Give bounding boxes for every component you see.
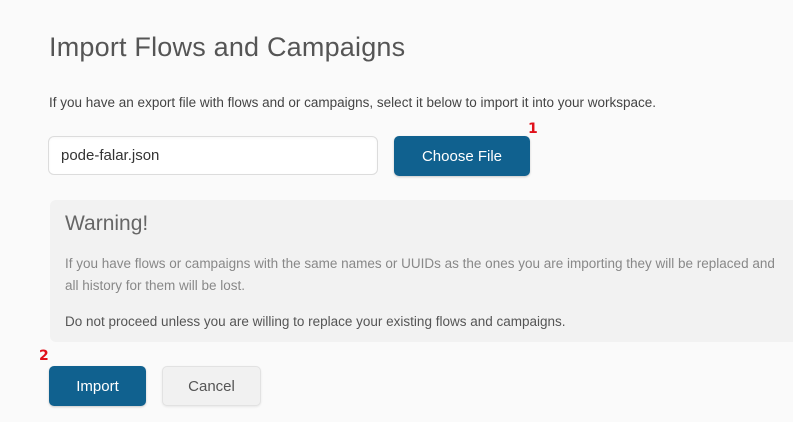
cancel-button[interactable]: Cancel [162,366,261,406]
warning-caution-text: Do not proceed unless you are willing to… [65,314,566,329]
step-marker-2: 2 [39,348,49,364]
page-title: Import Flows and Campaigns [49,32,406,62]
warning-text: If you have flows or campaigns with the … [65,256,775,293]
import-page: Import Flows and Campaigns If you have a… [0,0,793,422]
step-marker-1: 1 [528,121,538,137]
warning-panel: Warning! If you have flows or campaigns … [50,200,793,342]
import-button[interactable]: Import [49,366,146,406]
file-name-field[interactable]: pode-falar.json [48,136,378,175]
choose-file-button[interactable]: Choose File [394,136,530,176]
warning-heading: Warning! [65,212,149,235]
intro-text: If you have an export file with flows an… [49,95,657,110]
